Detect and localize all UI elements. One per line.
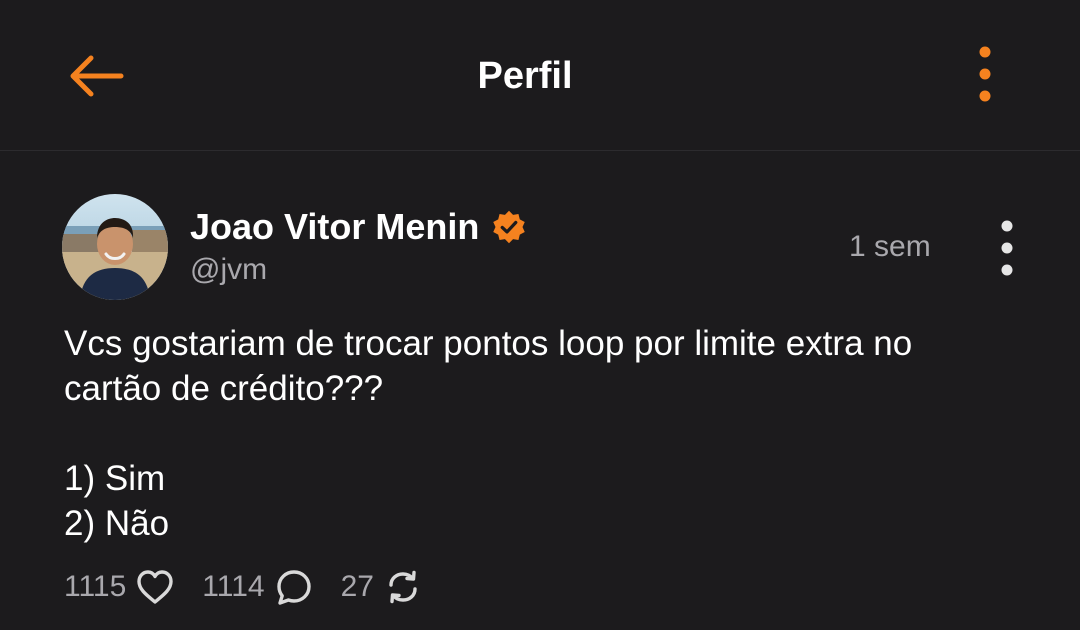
comment-count: 1114 bbox=[202, 570, 265, 603]
avatar-photo bbox=[62, 194, 168, 300]
more-vertical-icon bbox=[1001, 220, 1013, 276]
like-button[interactable]: 1115 bbox=[64, 569, 174, 605]
author-name-text: Joao Vitor Menin bbox=[190, 206, 480, 247]
poll-option: 2) Não bbox=[64, 504, 170, 543]
post-text-line: Vcs gostariam de trocar pontos loop por … bbox=[64, 324, 913, 363]
page-title: Perfil bbox=[477, 55, 573, 97]
more-options-button[interactable] bbox=[962, 44, 1008, 106]
repost-count: 27 bbox=[340, 570, 374, 603]
post: Joao Vitor Menin @jvm 1 sem Vcs gostaria… bbox=[0, 151, 1080, 630]
verified-badge-icon bbox=[493, 210, 526, 244]
like-count: 1115 bbox=[64, 570, 127, 603]
comment-bubble-icon bbox=[276, 570, 311, 605]
heart-icon bbox=[137, 570, 173, 604]
author-name[interactable]: Joao Vitor Menin bbox=[190, 205, 527, 249]
comment-button[interactable]: 1114 bbox=[202, 568, 312, 606]
avatar[interactable] bbox=[62, 194, 168, 300]
poll-option: 1) Sim bbox=[64, 459, 166, 498]
post-options-button[interactable] bbox=[986, 213, 1028, 283]
author-handle[interactable]: @jvm bbox=[190, 250, 267, 290]
more-vertical-icon bbox=[979, 46, 991, 102]
post-actions: 1115 1114 27 bbox=[64, 565, 450, 609]
post-text-line: cartão de crédito??? bbox=[64, 369, 384, 408]
repost-icon bbox=[389, 570, 417, 604]
post-time: 1 sem bbox=[849, 230, 931, 263]
post-body: Vcs gostariam de trocar pontos loop por … bbox=[64, 321, 1054, 546]
repost-button[interactable]: 27 bbox=[341, 568, 422, 606]
top-bar: Perfil bbox=[0, 0, 1080, 150]
